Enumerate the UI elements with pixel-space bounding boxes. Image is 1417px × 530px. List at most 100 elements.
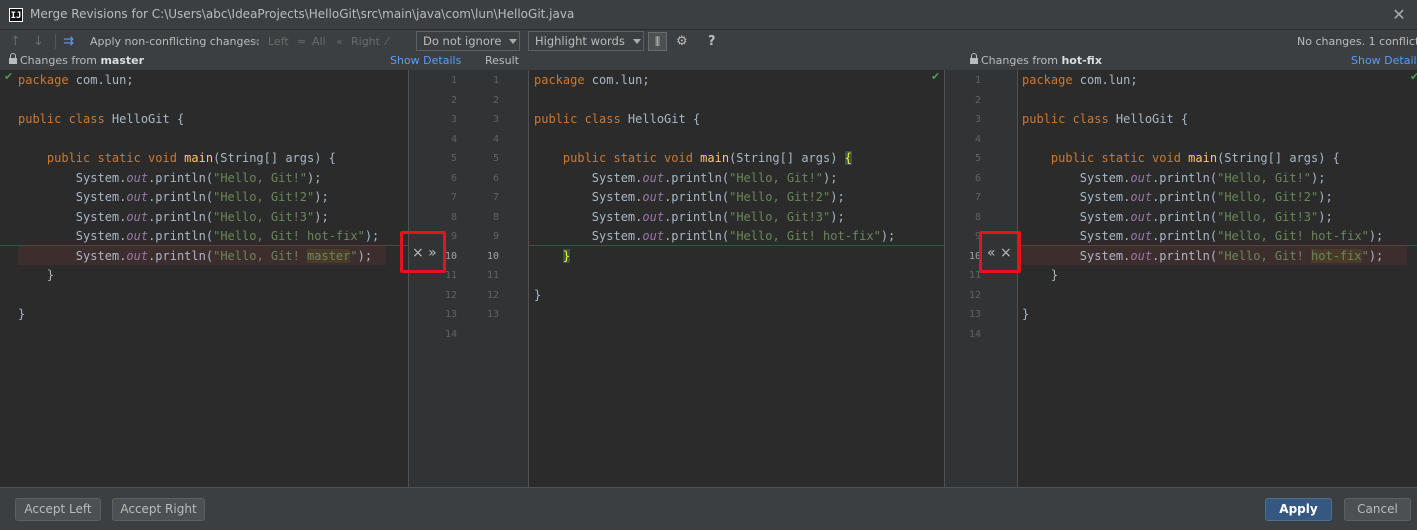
right-editor[interactable]: package com.lun; public class HelloGit {… xyxy=(1018,70,1417,487)
chevron-down-icon xyxy=(632,39,641,44)
line-number: 4 xyxy=(450,133,457,145)
line-number: 4 xyxy=(492,133,499,145)
code-line: System.out.println("Hello, Git!"); xyxy=(1022,170,1326,185)
line-number: 6 xyxy=(974,172,981,184)
right-show-details-link[interactable]: Show Details xyxy=(1351,54,1417,67)
code-line: package com.lun; xyxy=(534,73,650,87)
code-line: public class HelloGit { xyxy=(18,112,185,126)
line-number: 3 xyxy=(974,114,981,125)
line-number: 8 xyxy=(492,211,499,223)
apply-all-button[interactable]: All xyxy=(312,30,326,53)
panel-headers: Changes from master Show Details Result … xyxy=(0,53,1417,70)
resolve-magic-icon[interactable]: ⇉ xyxy=(63,30,74,53)
code-line: System.out.println("Hello, Git!"); xyxy=(534,170,838,185)
result-editor[interactable]: package com.lun; public class HelloGit {… xyxy=(529,70,944,487)
code-line: System.out.println("Hello, Git! hot-fix"… xyxy=(534,229,896,243)
apply-right-button[interactable]: Right xyxy=(351,30,380,53)
lock-icon xyxy=(9,53,17,64)
result-panel-header: Result xyxy=(485,54,519,67)
line-number: 13 xyxy=(486,309,499,320)
code-line: System.out.println("Hello, Git!3"); xyxy=(534,209,845,224)
line-number: 2 xyxy=(974,94,981,106)
highlight-select-value: Highlight words xyxy=(535,34,625,48)
left-show-details-link[interactable]: Show Details xyxy=(390,54,461,67)
ignore-select-value: Do not ignore xyxy=(423,34,502,48)
magic-wand-icon[interactable]: ⁄ xyxy=(386,30,388,53)
checkmark-icon: ✔ xyxy=(1410,70,1417,83)
conflict-border xyxy=(0,245,408,246)
line-number: 10 xyxy=(486,250,499,262)
accept-right-button[interactable]: Accept Right xyxy=(112,498,205,521)
next-difference-icon[interactable]: ↓ xyxy=(33,30,44,53)
line-number: 2 xyxy=(450,94,457,106)
apply-left-icon[interactable]: » xyxy=(253,30,260,53)
code-line-conflict: System.out.println("Hello, Git! master")… xyxy=(18,248,373,263)
divider xyxy=(944,70,945,487)
window-title: Merge Revisions for C:\Users\abc\IdeaPro… xyxy=(30,7,575,21)
code-line: System.out.println("Hello, Git!2"); xyxy=(534,190,845,204)
left-editor[interactable]: package com.lun; public class HelloGit {… xyxy=(0,70,408,487)
line-number: 1 xyxy=(492,75,499,86)
line-number: 9 xyxy=(492,231,499,242)
right-panel-header: Changes from hot-fix xyxy=(970,53,1102,67)
code-line: System.out.println("Hello, Git!2"); xyxy=(1022,190,1333,204)
apply-nonconflicting-label: Apply non-conflicting changes: xyxy=(90,35,260,48)
merge-toolbar: ↑ ↓ ⇉ Apply non-conflicting changes: » L… xyxy=(0,30,1417,53)
line-number: 8 xyxy=(974,211,981,223)
code-line: System.out.println("Hello, Git!"); xyxy=(18,170,322,185)
window-titlebar: IJ Merge Revisions for C:\Users\abc\Idea… xyxy=(0,0,1417,30)
code-line: public class HelloGit { xyxy=(1022,112,1189,126)
line-number: 7 xyxy=(974,192,981,203)
code-line: public static void main(String[] args) { xyxy=(1022,151,1340,165)
code-line: } xyxy=(534,287,542,302)
code-line: package com.lun; xyxy=(18,73,134,87)
divider xyxy=(408,70,409,487)
line-number: 12 xyxy=(444,289,457,301)
code-line: System.out.println("Hello, Git!3"); xyxy=(1022,209,1333,224)
conflict-border xyxy=(529,245,944,246)
accept-left-change-icon[interactable]: × » xyxy=(412,245,437,261)
line-number: 6 xyxy=(450,172,457,184)
line-number: 13 xyxy=(444,309,457,320)
previous-difference-icon[interactable]: ↑ xyxy=(10,30,21,53)
line-number: 7 xyxy=(450,192,457,203)
code-line-conflict: System.out.println("Hello, Git! hot-fix"… xyxy=(1022,248,1384,263)
code-line: System.out.println("Hello, Git!3"); xyxy=(18,209,329,224)
code-line: package com.lun; xyxy=(1022,73,1138,87)
line-number: 11 xyxy=(486,270,499,281)
code-line: public static void main(String[] args) { xyxy=(18,151,336,165)
line-number: 2 xyxy=(492,94,499,106)
line-number: 8 xyxy=(450,211,457,223)
close-window-icon[interactable]: ✕ xyxy=(1388,4,1410,26)
highlight-mode-select[interactable]: Highlight words xyxy=(528,31,644,51)
accept-right-change-icon[interactable]: « × xyxy=(987,245,1012,261)
gear-icon[interactable]: ⚙ xyxy=(676,30,688,53)
left-header-prefix: Changes from xyxy=(20,54,97,67)
line-number: 4 xyxy=(974,133,981,145)
apply-all-icon[interactable]: ≈ xyxy=(297,30,306,53)
line-number: 5 xyxy=(974,153,981,164)
line-number: 14 xyxy=(444,328,457,340)
left-branch-name: master xyxy=(100,54,145,67)
code-line: } xyxy=(18,268,55,282)
lock-icon xyxy=(970,53,978,64)
apply-right-icon[interactable]: « xyxy=(336,30,343,53)
code-line: System.out.println("Hello, Git! hot-fix"… xyxy=(1022,229,1384,243)
line-number: 5 xyxy=(450,153,457,164)
sync-scroll-icon[interactable]: ⫼ xyxy=(648,32,667,51)
line-number: 14 xyxy=(968,328,981,340)
conflict-border xyxy=(1018,245,1417,246)
cancel-button[interactable]: Cancel xyxy=(1344,498,1411,521)
line-number: 1 xyxy=(450,75,457,86)
right-branch-name: hot-fix xyxy=(1061,54,1102,67)
help-icon[interactable]: ? xyxy=(708,30,716,53)
apply-left-button[interactable]: Left xyxy=(268,30,289,53)
line-number: 1 xyxy=(974,75,981,86)
code-line: public class HelloGit { xyxy=(534,112,701,126)
checkmark-icon: ✔ xyxy=(4,70,14,83)
code-line: public static void main(String[] args) { xyxy=(534,151,852,165)
apply-button[interactable]: Apply xyxy=(1265,498,1332,521)
ignore-whitespace-select[interactable]: Do not ignore xyxy=(416,31,520,51)
accept-left-button[interactable]: Accept Left xyxy=(15,498,101,521)
toolbar-divider xyxy=(55,34,56,49)
